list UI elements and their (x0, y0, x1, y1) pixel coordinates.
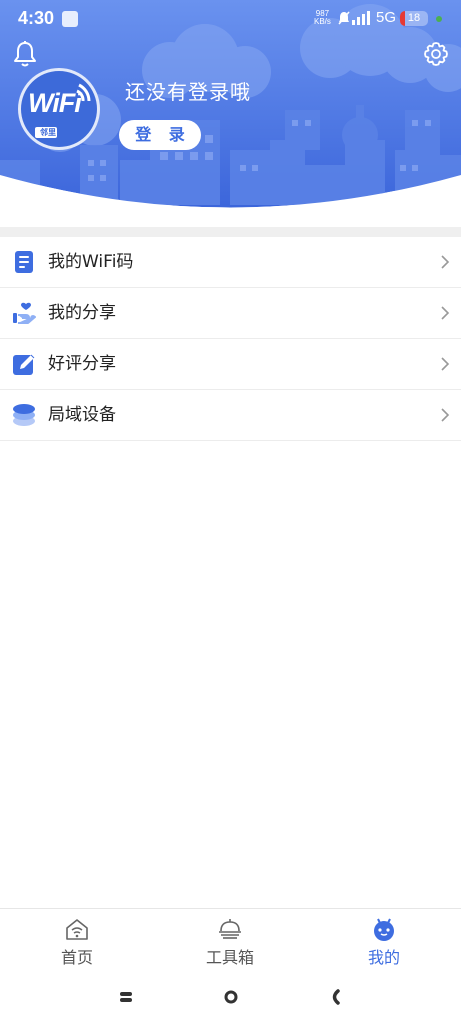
menu-item-label: 局域设备 (48, 405, 116, 425)
system-nav-bar (0, 970, 461, 1024)
bottom-tab-bar: 首页 工具箱 我的 (0, 908, 461, 971)
section-divider (0, 227, 461, 237)
tab-home[interactable]: 首页 (0, 909, 154, 971)
profile-header: 4:30 987 KB/s 5G 18 WiFi 邻里 还没有登录哦 登 录 (0, 0, 461, 215)
tab-label: 我的 (367, 948, 400, 967)
chevron-right-icon (441, 357, 450, 371)
wrench-icon (62, 11, 78, 27)
document-icon (15, 251, 33, 273)
tab-label: 首页 (60, 948, 93, 967)
avatar[interactable]: WiFi 邻里 (18, 68, 100, 150)
toolbox-icon (219, 919, 241, 939)
home-wifi-icon (66, 919, 88, 940)
mute-icon (338, 11, 350, 25)
menu-item-label: 我的WiFi码 (48, 252, 134, 272)
network-speed: 987 KB/s (314, 10, 331, 26)
status-bar: 4:30 987 KB/s 5G 18 (0, 0, 461, 38)
menu-item-lan-devices[interactable]: 局域设备 (0, 390, 461, 441)
recent-apps-icon[interactable] (113, 984, 139, 1010)
tab-mine[interactable]: 我的 (307, 909, 461, 971)
menu-item-wifi-code[interactable]: 我的WiFi码 (0, 237, 461, 288)
tab-toolbox[interactable]: 工具箱 (153, 909, 307, 971)
battery-indicator: 18 (400, 11, 428, 26)
logo-text: WiFi (28, 88, 82, 118)
menu-item-label: 我的分享 (48, 303, 116, 323)
layers-icon (13, 404, 35, 426)
signal-icon (352, 11, 370, 25)
battery-percent: 18 (407, 12, 421, 24)
network-speed-unit: KB/s (314, 17, 331, 26)
bell-icon[interactable] (12, 40, 38, 68)
status-time: 4:30 (18, 8, 55, 28)
menu-list: 我的WiFi码 我的分享 好评分享 局域设备 (0, 237, 461, 441)
tab-label: 工具箱 (205, 948, 254, 967)
robot-icon (374, 918, 394, 941)
home-circle-icon[interactable] (218, 984, 244, 1010)
menu-item-rating-share[interactable]: 好评分享 (0, 339, 461, 390)
menu-item-label: 好评分享 (48, 354, 116, 374)
logo-subtext: 邻里 (40, 128, 56, 137)
back-icon[interactable] (322, 984, 348, 1010)
login-button[interactable]: 登 录 (119, 120, 201, 150)
chevron-right-icon (441, 306, 450, 320)
menu-item-my-share[interactable]: 我的分享 (0, 288, 461, 339)
network-type: 5G (376, 9, 397, 26)
settings-gear-icon[interactable] (422, 40, 450, 68)
edit-icon (13, 354, 35, 375)
hand-heart-icon (13, 302, 36, 324)
chevron-right-icon (441, 408, 450, 422)
login-prompt: 还没有登录哦 (125, 80, 251, 104)
chevron-right-icon (441, 255, 450, 269)
charging-dot-icon (436, 16, 442, 22)
